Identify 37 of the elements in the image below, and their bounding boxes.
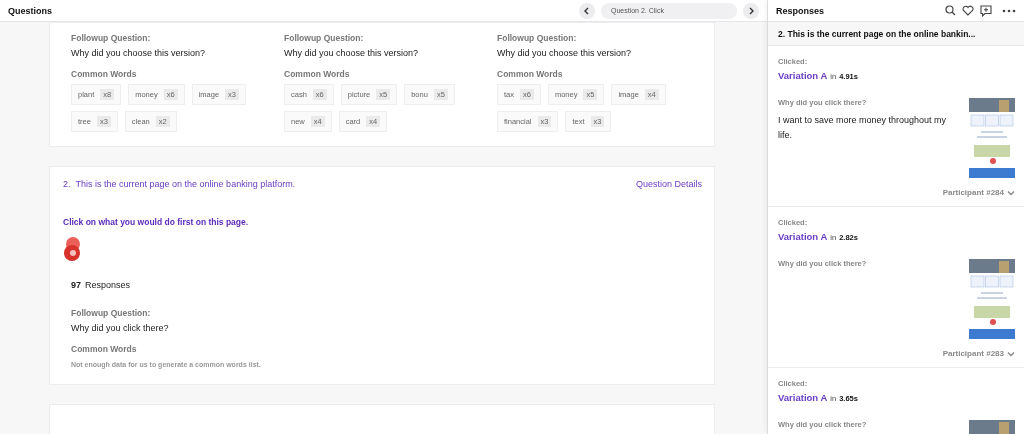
heatmap-icon bbox=[63, 236, 83, 262]
variation-name: Variation A bbox=[778, 392, 828, 403]
common-words-label: Common Words bbox=[497, 69, 564, 79]
followup-question: Why did you choose this version? bbox=[284, 48, 420, 58]
common-words-label: Common Words bbox=[71, 344, 138, 354]
variation-name: Variation A bbox=[778, 231, 828, 242]
common-words-label: Common Words bbox=[71, 69, 138, 79]
next-button[interactable] bbox=[743, 2, 759, 19]
common-words-label: Common Words bbox=[284, 69, 351, 79]
previous-button[interactable] bbox=[579, 2, 595, 19]
task-prompt: Click on what you would do first on this page. bbox=[63, 217, 250, 227]
participant-toggle[interactable]: Participant #284 bbox=[942, 188, 1015, 197]
chevron-right-icon bbox=[747, 6, 755, 15]
followup-question: Why did you choose this version? bbox=[71, 48, 207, 58]
add-comment-icon[interactable] bbox=[980, 4, 992, 17]
followup-label: Followup Question: bbox=[284, 33, 365, 43]
chevron-down-icon bbox=[1007, 188, 1015, 197]
question-title: 2. This is the current page on the online banking platform. bbox=[63, 179, 296, 189]
followup-label: Followup Question: bbox=[71, 33, 152, 43]
panel-title: Responses bbox=[776, 5, 826, 16]
chevron-left-icon bbox=[583, 6, 591, 15]
responses-label: Responses bbox=[85, 280, 131, 290]
response-question-title: 2. This is the current page on the online bankin... bbox=[768, 22, 1024, 46]
chevron-down-icon bbox=[1007, 349, 1015, 358]
question-details-link[interactable]: Question Details bbox=[635, 179, 702, 189]
search-icon[interactable] bbox=[945, 5, 956, 16]
responses-count: 97 bbox=[71, 280, 81, 290]
panel-title: Questions bbox=[8, 5, 53, 16]
more-icon[interactable] bbox=[1002, 8, 1016, 13]
followup-question: Why did you click there? bbox=[71, 323, 170, 333]
followup-label: Followup Question: bbox=[497, 33, 578, 43]
variation-name: Variation A bbox=[778, 70, 828, 81]
heart-icon[interactable] bbox=[962, 5, 974, 16]
followup-label: Followup Question: bbox=[71, 308, 152, 318]
participant-toggle[interactable]: Participant #283 bbox=[942, 349, 1015, 358]
response-answer: I want to save more money throughout my life. bbox=[778, 114, 948, 142]
followup-question: Why did you choose this version? bbox=[497, 48, 633, 58]
